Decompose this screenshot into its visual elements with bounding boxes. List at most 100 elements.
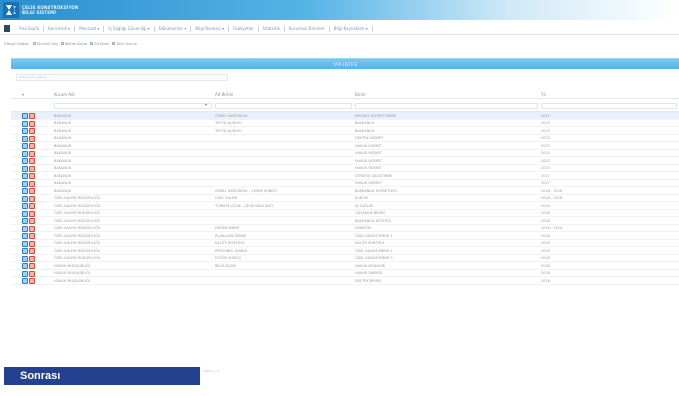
delete-icon[interactable] xyxy=(29,173,35,179)
delete-icon[interactable] xyxy=(29,278,35,284)
edit-icon[interactable] xyxy=(22,188,28,194)
checkbox-icon[interactable] xyxy=(112,42,116,45)
edit-icon[interactable] xyxy=(22,255,28,262)
table-row[interactable]: ÖZEL KALEM MÜDÜRLÜĞÜ EĞİTİM ŞUBESİ ÖZEL KA… xyxy=(11,255,679,262)
delete-icon[interactable] xyxy=(29,120,35,127)
delete-icon[interactable] xyxy=(29,233,35,239)
table-row[interactable]: BAKANLIK GENEL MÜDÜRLÜK MERKEZ HİZMET BİRİ… xyxy=(11,112,679,120)
table-row[interactable]: ÖZEL KALEM MÜDÜRLÜĞÜ TÜRKİYE ÇELİK - ÇELİ… xyxy=(11,202,679,210)
column-header-institution[interactable]: Kurum Adı xyxy=(54,92,75,97)
menu-item-safety[interactable]: İş Sağlığı Güvenliği ▾ xyxy=(104,25,155,32)
edit-icon[interactable] xyxy=(22,225,28,232)
table-row[interactable]: ÖZEL KALEM MÜDÜRLÜĞÜ KALİTE KONTROL KALİTE… xyxy=(11,240,679,247)
chevron-down-icon[interactable]: ▾ xyxy=(205,102,207,107)
table-row[interactable]: ÖZEL KALEM MÜDÜRLÜĞÜ PLANLAMA BİRİMİ ÖZEL … xyxy=(11,232,679,240)
menu-item-corporate[interactable]: Kurumsal ▾ xyxy=(44,25,76,32)
delete-icon[interactable] xyxy=(29,180,35,187)
delete-icon[interactable] xyxy=(29,135,35,142)
edit-icon[interactable] xyxy=(22,210,28,217)
menu-item-units[interactable]: Kurumsal Birimler xyxy=(285,25,330,32)
table-row[interactable]: ÖZEL KALEM MÜDÜRLÜĞÜ DEĞER BİRİMİ DENETİM 2… xyxy=(11,225,679,232)
delete-icon[interactable] xyxy=(29,165,35,172)
table-row[interactable]: ÖZEL KALEM MÜDÜRLÜĞÜ GÜVENLİK BİRİMİ 2018 xyxy=(11,210,679,217)
edit-icon[interactable] xyxy=(22,173,28,179)
checkbox-icon[interactable] xyxy=(32,42,36,45)
search-input[interactable]: Arama için yazınız... xyxy=(16,74,228,81)
edit-icon[interactable] xyxy=(22,135,28,142)
edit-icon[interactable] xyxy=(22,203,28,209)
delete-icon[interactable] xyxy=(29,143,35,149)
menu-item-knowledge-bank[interactable]: Bilgi Bankası ▾ xyxy=(191,25,230,32)
edit-icon[interactable] xyxy=(22,195,28,202)
delete-icon[interactable] xyxy=(29,270,35,277)
filter-option-date-limit[interactable]: Tarih Sınırla xyxy=(112,42,137,46)
delete-icon[interactable] xyxy=(29,210,35,217)
table-row[interactable]: ÖZEL KALEM MÜDÜRLÜĞÜ ÖZEL KALEM KURUM 2016 … xyxy=(11,195,679,202)
edit-icon[interactable] xyxy=(22,180,28,187)
edit-icon[interactable] xyxy=(22,240,28,247)
edit-icon[interactable] xyxy=(22,120,28,127)
table-row[interactable]: BAKANLIK HUKUK HİZMET 2015 xyxy=(11,157,679,165)
select-column-header[interactable]: ▾ xyxy=(22,92,24,97)
checkbox-icon[interactable] xyxy=(60,42,64,45)
home-icon[interactable] xyxy=(4,25,10,32)
filter-option-section-count[interactable]: Bölüm Sayısı xyxy=(60,42,87,46)
filter-input-sub-unit[interactable] xyxy=(215,103,352,109)
delete-icon[interactable] xyxy=(29,263,35,269)
filter-input-unit[interactable] xyxy=(355,103,538,109)
delete-icon[interactable] xyxy=(29,218,35,224)
edit-icon[interactable] xyxy=(22,233,28,239)
filter-input-institution[interactable] xyxy=(54,103,212,109)
delete-icon[interactable] xyxy=(29,203,35,209)
filter-option-select-all[interactable]: Tümünü Seç xyxy=(32,42,58,46)
menu-item-documents[interactable]: Dökümanlar ▾ xyxy=(155,25,192,32)
table-row[interactable]: BAKANLIK HUKUK HİZMET 2015 xyxy=(11,142,679,150)
delete-icon[interactable] xyxy=(29,248,35,254)
edit-icon[interactable] xyxy=(22,165,28,172)
filter-option-sub-unit[interactable]: Alt Birim xyxy=(90,42,109,46)
table-row[interactable]: BAKANLIK HUKUK HİZMET 2015 xyxy=(11,165,679,172)
edit-icon[interactable] xyxy=(22,158,28,164)
edit-icon[interactable] xyxy=(22,113,28,119)
table-row[interactable]: BAKANLIK TEFTİŞ KURULU BAŞKANLIK 2015 xyxy=(11,120,679,127)
table-row[interactable]: ÖZEL KALEM MÜDÜRLÜĞÜ PERSONEL ŞUBESİ ÖZEL … xyxy=(11,247,679,255)
edit-icon[interactable] xyxy=(22,248,28,254)
edit-icon[interactable] xyxy=(22,218,28,224)
delete-icon[interactable] xyxy=(29,150,35,157)
menu-item-home[interactable]: Ana Sayfa xyxy=(15,25,45,32)
checkbox-icon[interactable] xyxy=(90,42,94,45)
edit-icon[interactable] xyxy=(22,270,28,277)
column-header-sub-unit[interactable]: Alt Birimi xyxy=(215,92,233,97)
next-button[interactable]: Sonrası xyxy=(4,367,200,385)
delete-icon[interactable] xyxy=(29,195,35,202)
table-row[interactable]: BAKANLIK TEFTİŞ KURULU BAŞKANLIK 2015 xyxy=(11,127,679,135)
table-row[interactable]: HUKUK MÜŞAVİRLİĞİ DESTEK BİRİMİ 2016 xyxy=(11,277,679,285)
menu-item-resources[interactable]: Bilgi Kaynakları ▾ xyxy=(330,25,373,32)
filter-input-year[interactable] xyxy=(541,103,677,109)
table-row[interactable]: ÖZEL KALEM MÜDÜRLÜĞÜ BAŞKANLIK DESTEĞİ 201… xyxy=(11,217,679,225)
table-row[interactable]: BAKANLIK HUKUK HİZMET 2017 xyxy=(11,180,679,187)
delete-icon[interactable] xyxy=(29,128,35,134)
delete-icon[interactable] xyxy=(29,255,35,262)
table-row[interactable]: HUKUK MÜŞAVİRLİĞİ HUKUK DAİRESİ 2016 xyxy=(11,270,679,277)
table-row[interactable]: BAKANLIK GENEL MÜDÜRLÜK - ÇEVRE ŞUBESİ BAŞ… xyxy=(11,187,679,195)
edit-icon[interactable] xyxy=(22,263,28,269)
table-row[interactable]: BAKANLIK HUKUK HİZMET 2015 xyxy=(11,150,679,157)
delete-icon[interactable] xyxy=(29,158,35,164)
menu-item-activities[interactable]: Faaliyetler xyxy=(229,25,259,32)
menu-item-legislation[interactable]: Mevzuat ▾ xyxy=(75,25,105,32)
table-row[interactable]: BAKANLIK DESTEK HİZMET 2015 xyxy=(11,135,679,142)
delete-icon[interactable] xyxy=(29,188,35,194)
edit-icon[interactable] xyxy=(22,143,28,149)
column-header-unit[interactable]: Birim xyxy=(355,92,366,97)
edit-icon[interactable] xyxy=(22,278,28,284)
table-row[interactable]: BAKANLIK STRATEJİ GELİŞTİRME 2017 xyxy=(11,172,679,180)
delete-icon[interactable] xyxy=(29,240,35,247)
menu-item-statistics[interactable]: İstatistik xyxy=(259,25,285,32)
delete-icon[interactable] xyxy=(29,113,35,119)
delete-icon[interactable] xyxy=(29,225,35,232)
edit-icon[interactable] xyxy=(22,150,28,157)
column-header-year[interactable]: Yıl xyxy=(541,92,546,97)
edit-icon[interactable] xyxy=(22,128,28,134)
table-row[interactable]: HUKUK MÜŞAVİRLİĞİ BİLGİ İŞLEM HUKUK MÜŞAVİ… xyxy=(11,262,679,270)
